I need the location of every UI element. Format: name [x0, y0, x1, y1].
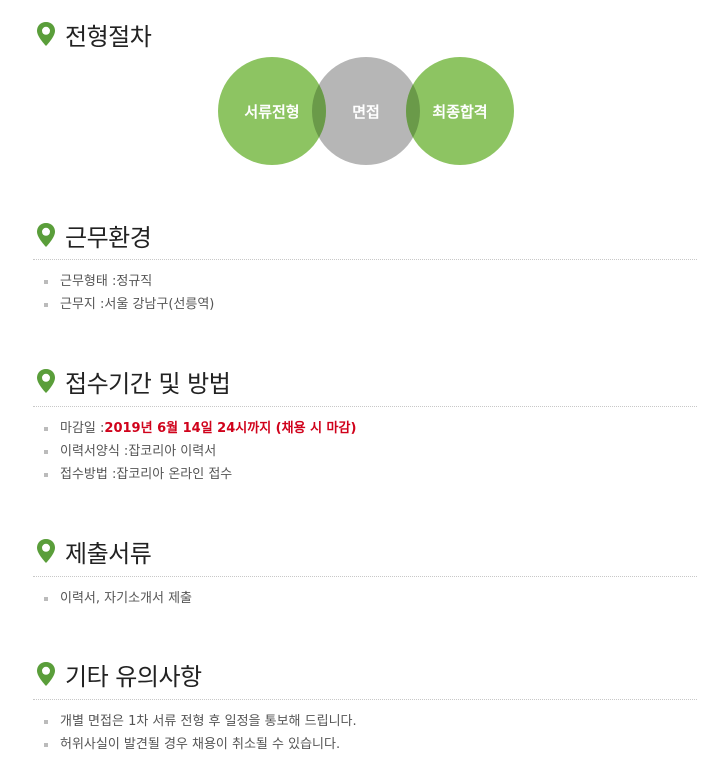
section-title-text: 근무환경 — [65, 223, 152, 252]
section-title-application: 접수기간 및 방법 — [36, 365, 231, 398]
bullet-icon — [44, 449, 48, 454]
step-label-document: 서류전형 — [244, 103, 299, 121]
list-item: 마감일 : 2019년 6월 14일 24시까지 (채용 시 마감) — [44, 417, 356, 440]
section-divider — [33, 259, 697, 260]
notes-list: 개별 면접은 1차 서류 전형 후 일정을 통보해 드립니다. 허위사실이 발견… — [44, 710, 357, 756]
location-pin-icon — [37, 662, 55, 686]
documents-list: 이력서, 자기소개서 제출 — [44, 587, 192, 610]
bullet-icon — [44, 719, 48, 724]
bullet-icon — [44, 426, 48, 431]
bullet-icon — [44, 302, 48, 307]
bullet-icon — [44, 596, 48, 601]
bullet-icon — [44, 279, 48, 284]
section-title-text: 접수기간 및 방법 — [65, 369, 231, 398]
deadline-value: 2019년 6월 14일 24시까지 (채용 시 마감) — [104, 421, 357, 436]
section-divider — [33, 699, 697, 700]
section-title-text: 제출서류 — [65, 539, 152, 568]
section-title-notes: 기타 유의사항 — [36, 658, 202, 691]
list-item: 허위사실이 발견될 경우 채용이 취소될 수 있습니다. — [44, 733, 357, 756]
list-item: 근무지 : 서울 강남구(선릉역) — [44, 293, 214, 316]
list-item: 접수방법 : 잡코리아 온라인 접수 — [44, 463, 356, 486]
location-pin-icon — [37, 539, 55, 563]
work-env-list: 근무형태 : 정규직 근무지 : 서울 강남구(선릉역) — [44, 270, 214, 316]
step-label-interview: 면접 — [352, 103, 380, 121]
section-divider — [33, 576, 697, 577]
list-item: 근무형태 : 정규직 — [44, 270, 214, 293]
location-pin-icon — [37, 223, 55, 247]
bullet-icon — [44, 472, 48, 477]
step-label-final: 최종합격 — [432, 103, 487, 121]
section-divider — [33, 406, 697, 407]
section-title-work-env: 근무환경 — [36, 219, 152, 252]
list-item: 이력서양식 : 잡코리아 이력서 — [44, 440, 356, 463]
section-title-documents: 제출서류 — [36, 535, 152, 568]
location-pin-icon — [37, 369, 55, 393]
bullet-icon — [44, 742, 48, 747]
application-list: 마감일 : 2019년 6월 14일 24시까지 (채용 시 마감) 이력서양식… — [44, 417, 356, 486]
process-diagram: 서류전형 면접 최종합격 — [218, 57, 514, 165]
list-item: 개별 면접은 1차 서류 전형 후 일정을 통보해 드립니다. — [44, 710, 357, 733]
list-item: 이력서, 자기소개서 제출 — [44, 587, 192, 610]
section-title-text: 기타 유의사항 — [65, 662, 202, 691]
